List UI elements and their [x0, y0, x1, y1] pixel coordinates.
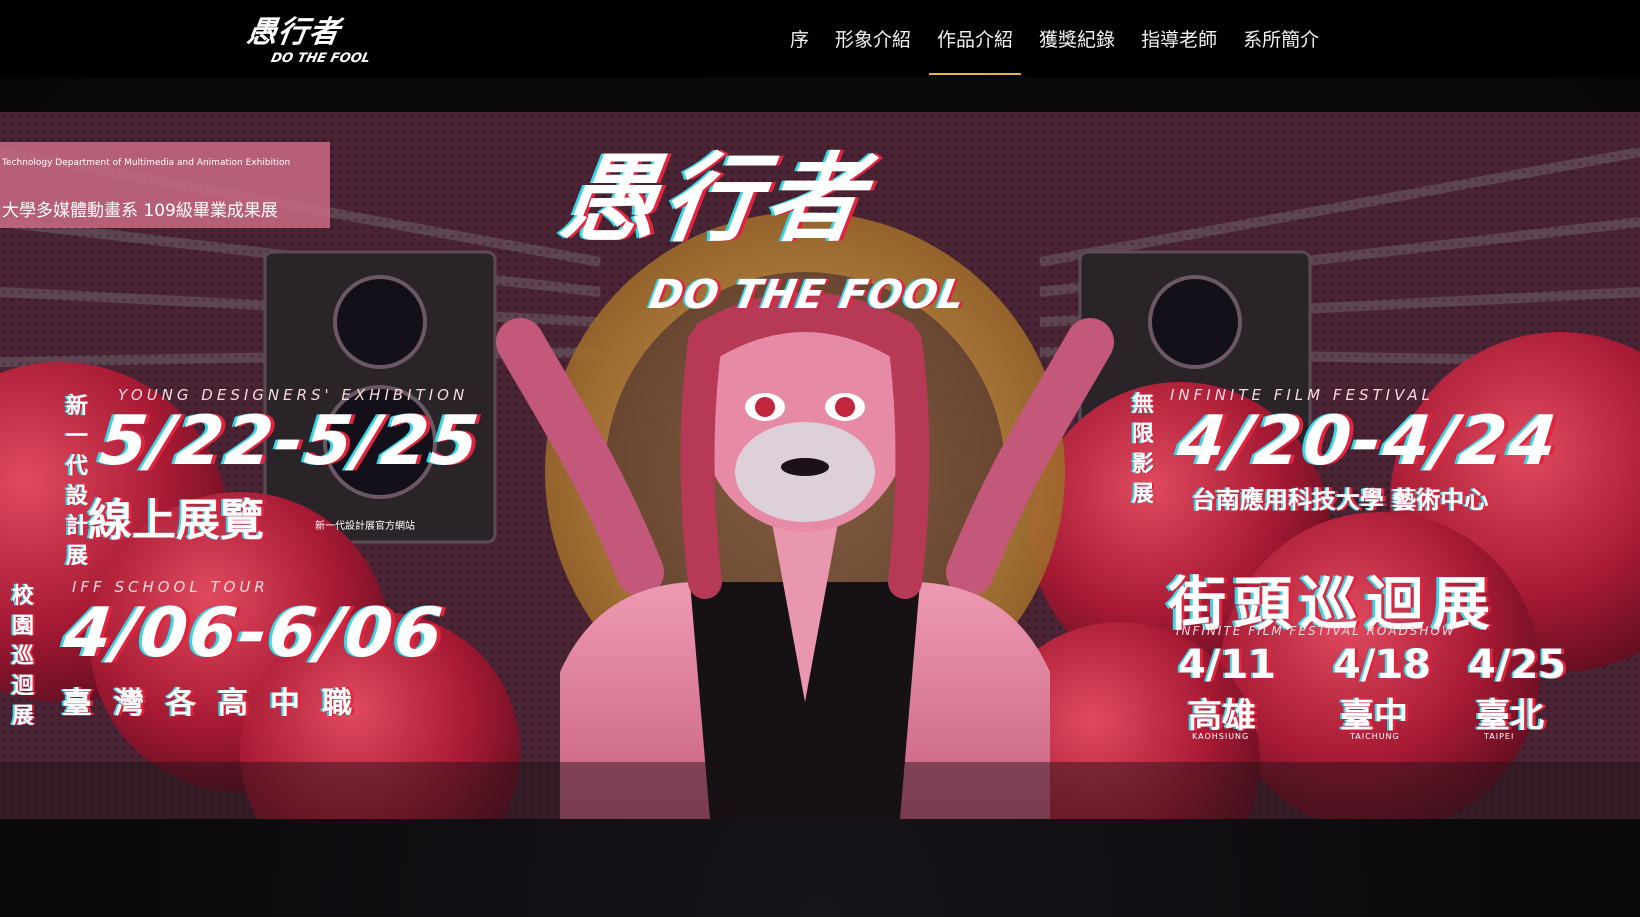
main-nav: 序 形象介紹 作品介紹 獲獎紀錄 指導老師 系所簡介 [777, 0, 1332, 77]
roadshow-stop-2-city-en: TAICHUNG [1350, 732, 1400, 741]
roadshow-stop-3-city-en: TAIPEI [1484, 732, 1515, 741]
logo-title-zh: 愚行者 [244, 15, 343, 50]
school-tour-subtitle: 臺灣各高中職 [62, 686, 374, 721]
roadshow-en-label: INFINITE FILM FESTIVAL ROADSHOW [1176, 624, 1456, 638]
department-chinese: 大學多媒體動畫系 109級畢業成果展 [2, 201, 278, 221]
young-designers-dates: 5/22-5/25 [95, 402, 484, 481]
school-tour-dates: 4/06-6/06 [59, 594, 448, 673]
site-logo[interactable]: 愚行者 DO THE FOOL [244, 15, 372, 68]
film-festival-venue: 台南應用科技大學 藝術中心 [1192, 486, 1489, 514]
roadshow-stop-3-city: 臺北 [1476, 696, 1544, 736]
roadshow-stop-1-date: 4/11 [1178, 642, 1277, 688]
site-header: 愚行者 DO THE FOOL 序 形象介紹 作品介紹 獲獎紀錄 指導老師 系所… [0, 0, 1640, 77]
page: 愚行者 DO THE FOOL 序 形象介紹 作品介紹 獲獎紀錄 指導老師 系所… [0, 0, 1640, 917]
roadshow-stop-1-city: 高雄 [1188, 696, 1256, 736]
hero-banner[interactable]: Technology Department of Multimedia and … [0, 112, 1640, 819]
nav-item-works[interactable]: 作品介紹 [924, 0, 1026, 77]
nav-item-department[interactable]: 系所簡介 [1230, 0, 1332, 77]
film-festival-dates: 4/20-4/24 [1173, 402, 1562, 481]
young-designers-subtitle: 線上展覽 [88, 495, 264, 546]
roadshow-stop-2-city: 臺中 [1340, 696, 1408, 736]
roadshow-stop-2-date: 4/18 [1333, 642, 1432, 688]
logo-title-en: DO THE FOOL [269, 51, 372, 66]
nav-item-image-intro[interactable]: 形象介紹 [822, 0, 924, 77]
department-english: Technology Department of Multimedia and … [2, 158, 291, 168]
school-tour-vertical-label: 校園巡迴展 [12, 584, 35, 729]
banner-title-en: DO THE FOOL [645, 272, 970, 318]
nav-item-advisors[interactable]: 指導老師 [1128, 0, 1230, 77]
nav-item-awards[interactable]: 獲獎紀錄 [1026, 0, 1128, 77]
film-festival-vertical-label: 無限影展 [1132, 392, 1155, 507]
young-designers-note: 新一代設計展官方網站 [315, 521, 415, 532]
roadshow-stop-3-date: 4/25 [1468, 642, 1567, 688]
nav-item-preface[interactable]: 序 [777, 0, 822, 77]
roadshow-stop-1-city-en: KAOHSIUNG [1192, 732, 1250, 741]
banner-title-zh: 愚行者 [554, 143, 876, 255]
